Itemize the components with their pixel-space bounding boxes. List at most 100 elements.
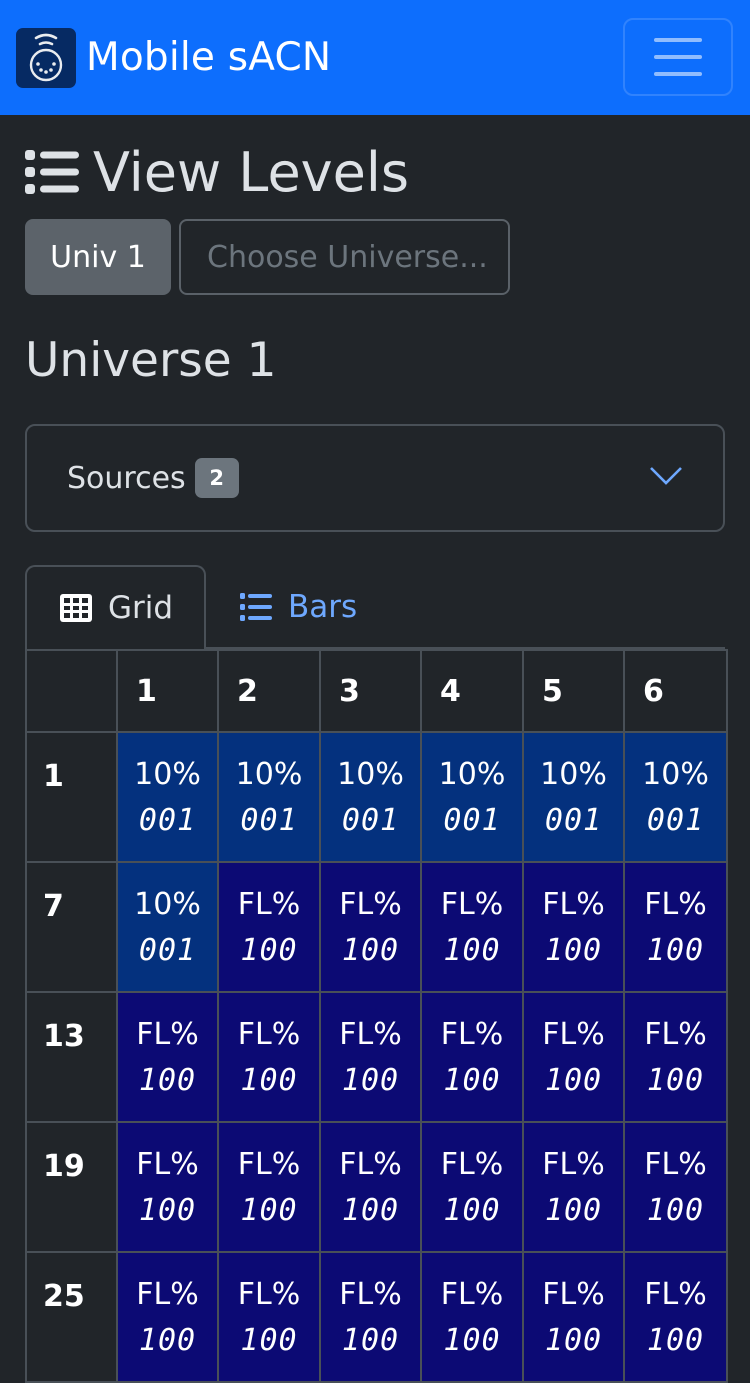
channel-percent: 10% [235,757,303,792]
channel-cell[interactable]: 10% 001 [116,731,219,863]
column-header: 3 [319,649,422,733]
channel-percent: FL% [136,1277,199,1312]
tab-bars[interactable]: Bars [206,565,390,649]
chevron-down-icon [649,466,683,490]
current-universe-button[interactable]: Univ 1 [25,219,171,295]
sources-accordion-button[interactable]: Sources 2 [25,424,725,532]
navbar-toggler-button[interactable] [623,18,733,96]
channel-raw-value: 001 [240,803,298,838]
page-title: View Levels [25,141,725,204]
channel-percent: FL% [440,1147,504,1182]
hamburger-line [654,72,702,76]
channel-raw-value: 100 [138,1323,197,1358]
channel-percent: 10% [134,887,201,922]
table-row: 7 10% 001 FL% 100 FL% 100 FL% 100 FL% 100 FL% 100 [25,861,728,993]
row-start-address: 1 [25,731,118,863]
channel-cell[interactable]: FL% 100 [420,991,524,1123]
channel-percent: FL% [644,1277,707,1312]
row-start-address: 13 [25,991,118,1123]
channel-cell[interactable]: FL% 100 [116,1121,219,1253]
channel-cell[interactable]: FL% 100 [522,1121,625,1253]
channel-percent: 10% [642,757,709,792]
channel-raw-value: 100 [240,1063,298,1098]
hamburger-line [654,55,702,59]
channel-cell[interactable]: FL% 100 [217,1121,321,1253]
channel-cell[interactable]: FL% 100 [623,861,728,993]
channel-cell[interactable]: FL% 100 [116,991,219,1123]
channel-cell[interactable]: 10% 001 [319,731,422,863]
channel-cell[interactable]: 10% 001 [623,731,728,863]
channel-cell[interactable]: FL% 100 [623,1251,728,1383]
universe-heading: Universe 1 [25,333,277,388]
table-row: 19 FL% 100 FL% 100 FL% 100 FL% 100 FL% 100 FL% 100 [25,1121,728,1253]
channel-cell[interactable]: FL% 100 [522,861,625,993]
row-start-address: 19 [25,1121,118,1253]
channel-raw-value: 100 [240,933,298,968]
channel-cell[interactable]: FL% 100 [319,991,422,1123]
channel-cell[interactable]: 10% 001 [116,861,219,993]
channel-percent: FL% [339,1147,402,1182]
channel-raw-value: 100 [138,1193,197,1228]
tab-bars-label: Bars [288,589,358,625]
channel-percent: 10% [337,757,404,792]
channel-raw-value: 100 [341,933,400,968]
channel-raw-value: 100 [138,1063,197,1098]
grid-icon [60,594,92,622]
channel-raw-value: 100 [443,1063,501,1098]
column-header: 6 [623,649,728,733]
channel-percent: FL% [339,887,402,922]
brand-link[interactable]: Mobile sACN [16,27,332,88]
channel-cell[interactable]: 10% 001 [522,731,625,863]
channel-percent: FL% [136,1147,199,1182]
brand-name: Mobile sACN [86,35,332,80]
choose-universe-select[interactable]: Choose Universe... [179,219,510,295]
channel-cell[interactable]: FL% 100 [319,861,422,993]
channel-percent: FL% [644,1147,707,1182]
channel-raw-value: 100 [544,1193,603,1228]
channel-cell[interactable]: FL% 100 [116,1251,219,1383]
tab-grid[interactable]: Grid [25,565,206,649]
channel-raw-value: 100 [341,1323,400,1358]
row-start-address: 25 [25,1251,118,1383]
channel-raw-value: 100 [544,1063,603,1098]
tab-grid-label: Grid [108,590,174,626]
channel-cell[interactable]: FL% 100 [623,991,728,1123]
channel-cell[interactable]: FL% 100 [420,1251,524,1383]
channel-raw-value: 100 [646,1323,705,1358]
channel-cell[interactable]: 10% 001 [217,731,321,863]
channel-percent: FL% [440,887,504,922]
channel-raw-value: 100 [544,1323,603,1358]
channel-raw-value: 100 [646,1193,705,1228]
channel-cell[interactable]: FL% 100 [420,861,524,993]
channel-raw-value: 100 [443,933,501,968]
channel-raw-value: 001 [138,803,197,838]
channel-percent: FL% [644,1017,707,1052]
hamburger-menu-icon [654,38,702,42]
channel-cell[interactable]: FL% 100 [319,1121,422,1253]
channel-cell[interactable]: FL% 100 [420,1121,524,1253]
channel-percent: FL% [237,1017,301,1052]
channel-cell[interactable]: FL% 100 [217,1251,321,1383]
channel-raw-value: 100 [443,1193,501,1228]
channel-cell[interactable]: FL% 100 [217,991,321,1123]
channel-cell[interactable]: 10% 001 [420,731,524,863]
channel-cell[interactable]: FL% 100 [522,1251,625,1383]
channel-percent: FL% [237,1277,301,1312]
channel-cell[interactable]: FL% 100 [623,1121,728,1253]
column-header: 4 [420,649,524,733]
list-icon [25,150,79,194]
channel-percent: FL% [237,1147,301,1182]
channel-raw-value: 100 [646,933,705,968]
channel-cell[interactable]: FL% 100 [522,991,625,1123]
channel-cell[interactable]: FL% 100 [217,861,321,993]
channel-percent: FL% [542,1147,605,1182]
channel-percent: FL% [339,1017,402,1052]
list-icon [240,593,272,621]
corner-header [25,649,118,733]
channel-percent: 10% [438,757,506,792]
column-header-row: 1 2 3 4 5 6 [25,649,728,733]
channel-raw-value: 100 [341,1193,400,1228]
grid-body: 1 10% 001 10% 001 10% 001 10% 001 10% 001 10% 001 7 10… [25,731,728,1383]
channel-raw-value: 001 [138,933,197,968]
channel-cell[interactable]: FL% 100 [319,1251,422,1383]
